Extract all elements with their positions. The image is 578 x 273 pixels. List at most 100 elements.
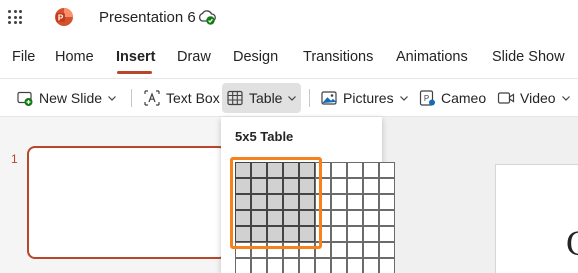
table-grid-cell[interactable] [235,226,251,242]
chevron-down-icon[interactable] [399,93,409,103]
table-grid-cell[interactable] [379,242,395,258]
table-grid-cell[interactable] [331,242,347,258]
table-grid-cell[interactable] [235,258,251,273]
table-grid-cell[interactable] [299,242,315,258]
tab-animations[interactable]: Animations [396,49,468,65]
table-grid-cell[interactable] [251,162,267,178]
table-grid-cell[interactable] [379,210,395,226]
text-box-label: Text Box [166,90,220,106]
chevron-down-icon[interactable] [287,93,297,103]
video-button[interactable]: Video [493,83,575,113]
slide-thumbnail[interactable] [27,146,227,259]
table-grid-cell[interactable] [315,162,331,178]
tab-design[interactable]: Design [233,49,278,65]
tab-slide-show[interactable]: Slide Show [492,49,565,65]
tab-file[interactable]: File [12,49,35,65]
table-grid-cell[interactable] [363,178,379,194]
table-grid-cell[interactable] [251,178,267,194]
table-grid-cell[interactable] [347,258,363,273]
table-grid-cell[interactable] [235,210,251,226]
cameo-button[interactable]: P Cameo [414,83,490,113]
table-grid-cell[interactable] [283,178,299,194]
table-grid-cell[interactable] [283,242,299,258]
table-grid-cell[interactable] [299,178,315,194]
table-grid-cell[interactable] [283,194,299,210]
table-grid-cell[interactable] [379,162,395,178]
table-grid-cell[interactable] [251,226,267,242]
table-grid-cell[interactable] [283,210,299,226]
table-grid-cell[interactable] [363,258,379,273]
table-grid-cell[interactable] [379,178,395,194]
table-grid-cell[interactable] [331,178,347,194]
table-grid-cell[interactable] [267,194,283,210]
table-grid-cell[interactable] [315,194,331,210]
table-grid-cell[interactable] [347,178,363,194]
cloud-saved-icon[interactable] [197,8,217,26]
table-grid-cell[interactable] [267,258,283,273]
table-grid-cell[interactable] [283,162,299,178]
table-grid-cell[interactable] [251,258,267,273]
tab-home[interactable]: Home [55,49,94,65]
ribbon-divider [131,89,132,107]
table-grid-cell[interactable] [331,162,347,178]
table-grid-cell[interactable] [235,178,251,194]
ribbon-divider [309,89,310,107]
table-grid-cell[interactable] [315,258,331,273]
powerpoint-icon: P [55,8,73,26]
pictures-button[interactable]: Pictures [316,83,413,113]
table-grid-cell[interactable] [379,258,395,273]
table-grid-cell[interactable] [379,194,395,210]
tab-insert[interactable]: Insert [116,49,156,65]
table-grid-cell[interactable] [299,258,315,273]
table-grid-cell[interactable] [299,162,315,178]
table-grid-cell[interactable] [251,242,267,258]
table-grid-cell[interactable] [299,226,315,242]
table-grid-cell[interactable] [363,242,379,258]
table-grid-cell[interactable] [331,194,347,210]
table-grid-cell[interactable] [363,226,379,242]
table-grid-cell[interactable] [267,242,283,258]
table-grid-cell[interactable] [251,210,267,226]
table-grid-cell[interactable] [379,226,395,242]
table-grid-cell[interactable] [235,194,251,210]
table-label: Table [249,90,283,106]
table-grid-cell[interactable] [331,226,347,242]
text-box-icon [144,90,160,106]
table-grid-cell[interactable] [267,210,283,226]
table-grid-cell[interactable] [315,226,331,242]
table-grid-cell[interactable] [235,242,251,258]
tab-transitions[interactable]: Transitions [303,49,373,65]
document-title[interactable]: Presentation 6 [99,9,196,26]
table-grid-cell[interactable] [299,194,315,210]
table-grid-cell[interactable] [347,162,363,178]
table-grid-cell[interactable] [347,210,363,226]
table-grid-cell[interactable] [331,210,347,226]
table-button[interactable]: Table [222,83,302,113]
table-grid-cell[interactable] [315,210,331,226]
table-grid-cell[interactable] [347,242,363,258]
table-grid-cell[interactable] [283,226,299,242]
table-grid-cell[interactable] [315,178,331,194]
table-grid-cell[interactable] [235,162,251,178]
tab-draw[interactable]: Draw [177,49,211,65]
table-grid-cell[interactable] [251,194,267,210]
app-launcher-icon[interactable] [8,10,22,24]
new-slide-button[interactable]: New Slide [12,83,121,113]
table-grid-cell[interactable] [267,162,283,178]
chevron-down-icon[interactable] [561,93,571,103]
table-grid-cell[interactable] [363,210,379,226]
new-slide-icon [17,91,33,106]
table-grid-cell[interactable] [267,178,283,194]
table-grid-cell[interactable] [283,258,299,273]
table-grid-cell[interactable] [363,162,379,178]
table-grid-cell[interactable] [331,258,347,273]
table-grid-picker[interactable] [235,162,396,273]
table-grid-cell[interactable] [267,226,283,242]
table-grid-cell[interactable] [347,226,363,242]
chevron-down-icon[interactable] [107,93,117,103]
table-grid-cell[interactable] [363,194,379,210]
table-grid-cell[interactable] [299,210,315,226]
text-box-button[interactable]: Text Box [139,83,224,113]
table-grid-cell[interactable] [347,194,363,210]
table-grid-cell[interactable] [315,242,331,258]
